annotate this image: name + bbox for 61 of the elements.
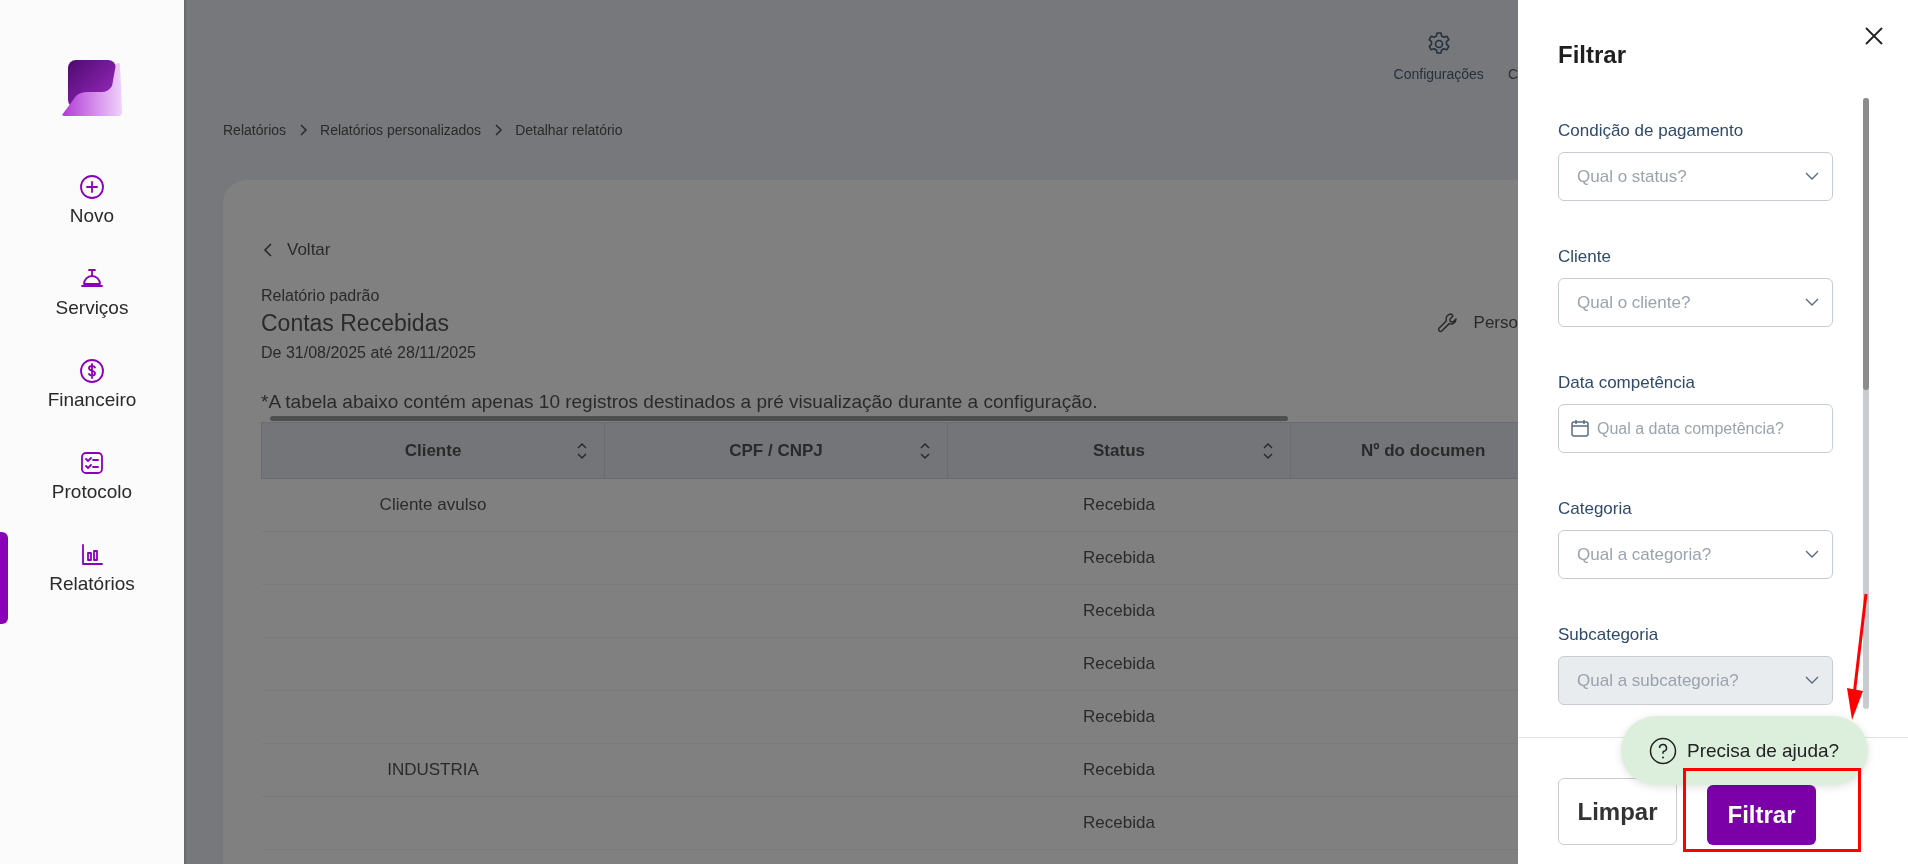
table-cell: Recebida (947, 743, 1291, 797)
select-field[interactable]: Qual a categoria? (1558, 530, 1833, 579)
nav-item[interactable]: Configurações (1393, 0, 1484, 100)
chevron-right-icon (493, 124, 504, 136)
logo-icon (62, 60, 122, 118)
chevron-left-icon (261, 242, 275, 258)
nav-item[interactable]: C (1507, 0, 1518, 100)
column-header[interactable]: Cliente (261, 422, 605, 479)
column-header[interactable]: Status (947, 422, 1291, 479)
table-cell: Recebida (947, 478, 1291, 532)
select-field[interactable]: Qual o status? (1558, 152, 1833, 201)
table-cell: Recebida (947, 637, 1291, 691)
horizontal-scrollbar[interactable] (270, 416, 1288, 421)
calendar-icon (1570, 418, 1590, 438)
chevron-down-icon (1805, 172, 1819, 181)
sidebar-item[interactable]: Relatórios (17, 529, 167, 621)
close-button[interactable] (1864, 26, 1884, 46)
table-cell: Cliente avulso (261, 478, 605, 532)
panel-title: Filtrar (1558, 41, 1626, 70)
plus-circle-icon (78, 173, 106, 201)
clear-button[interactable]: Limpar (1558, 778, 1677, 845)
field-label: Data competência (1558, 372, 1697, 394)
chevron-down-icon (1805, 676, 1819, 685)
date-range: De 31/08/2025 até 28/11/2025 (261, 343, 477, 363)
field-label: Condição de pagamento (1558, 120, 1745, 142)
table-cell: Recebida (947, 584, 1291, 638)
back-link[interactable]: Voltar (261, 238, 331, 262)
field-label: Cliente (1558, 246, 1612, 268)
filter-button[interactable]: Filtrar (1707, 785, 1816, 845)
preview-note: *A tabela abaixo contém apenas 10 registros destinados a pré visualização durante a configuração. (261, 390, 1099, 414)
column-header[interactable]: CPF / CNPJ (604, 422, 948, 479)
table-cell: Recebida (947, 796, 1291, 850)
wrench-icon (1435, 311, 1460, 335)
vertical-scrollbar[interactable] (1863, 98, 1869, 709)
date-field[interactable]: Qual a data competência? (1558, 404, 1833, 453)
column-header[interactable]: Nº do documen (1290, 422, 1518, 479)
question-icon (1649, 736, 1677, 765)
field-label: Categoria (1558, 498, 1633, 520)
close-icon (1864, 26, 1884, 46)
chevron-right-icon (298, 124, 309, 136)
chevron-down-icon (1805, 550, 1819, 559)
table-cell: Recebida (947, 531, 1291, 585)
sidebar-item[interactable]: Novo (17, 161, 167, 253)
sidebar-item[interactable]: Financeiro (17, 345, 167, 437)
breadcrumb-link[interactable]: Relatórios personalizados (320, 122, 482, 138)
report-title: Contas Recebidas (261, 309, 449, 338)
breadcrumb-link[interactable]: Detalhar relatório (515, 122, 623, 138)
help-button[interactable]: Precisa de ajuda? (1621, 716, 1868, 785)
table-cell: INDUSTRIA (261, 743, 605, 797)
dollar-circle-icon (78, 357, 106, 385)
sidebar-item[interactable]: Protocolo (17, 437, 167, 529)
gear-icon (1425, 31, 1452, 57)
table-cell: Recebida (947, 690, 1291, 744)
chevron-down-icon (1805, 298, 1819, 307)
report-type: Relatório padrão (261, 286, 381, 306)
select-field[interactable]: Qual o cliente? (1558, 278, 1833, 327)
customize-button[interactable]: Perso (1435, 311, 1518, 335)
field-label: Subcategoria (1558, 624, 1660, 646)
checklist-icon (78, 449, 106, 477)
sidebar-item[interactable]: Serviços (17, 253, 167, 345)
breadcrumb-link[interactable]: Relatórios (223, 122, 287, 138)
